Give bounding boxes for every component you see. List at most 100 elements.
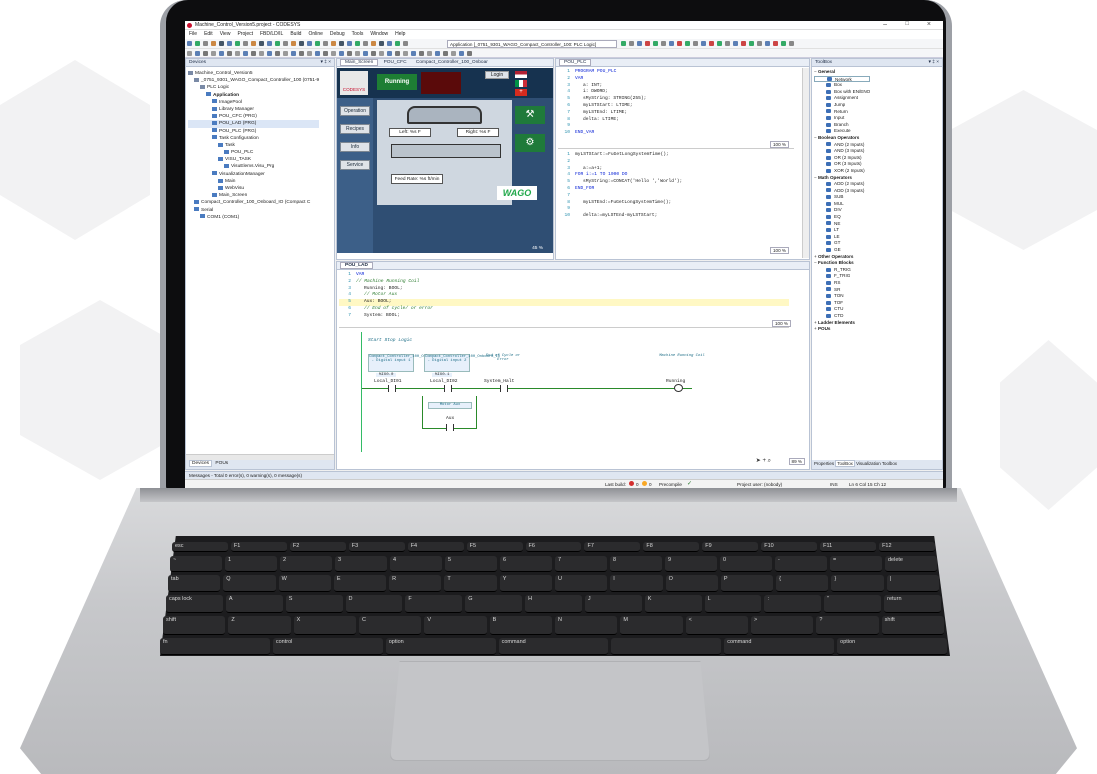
decl-zoom[interactable]: 100 % bbox=[769, 141, 789, 148]
close-icon[interactable]: × bbox=[927, 21, 931, 28]
toolbox-item-label[interactable]: Box bbox=[834, 82, 842, 87]
toolbox-item-label[interactable]: R_TRIG bbox=[834, 267, 851, 272]
error-count[interactable]: 0 bbox=[636, 482, 639, 487]
key-shift[interactable]: shift bbox=[163, 616, 226, 635]
device-tree-item[interactable]: Main bbox=[188, 178, 319, 185]
toolbox-group-name[interactable]: POUs bbox=[818, 326, 831, 331]
key-z[interactable]: Z bbox=[228, 616, 291, 635]
lad-zoom[interactable]: 89 % bbox=[788, 458, 805, 465]
toolbox-item[interactable]: OR (3 Inputs) bbox=[814, 161, 870, 168]
toolbar-button-icon[interactable] bbox=[347, 41, 352, 46]
toolbar-button-icon[interactable] bbox=[307, 41, 312, 46]
toolbox-item[interactable]: TOF bbox=[814, 300, 870, 307]
code-line[interactable]: 5 sMyString: STRING(255); bbox=[558, 96, 794, 103]
key-c[interactable]: C bbox=[359, 616, 422, 635]
toolbar-button-icon[interactable] bbox=[323, 41, 328, 46]
key-7[interactable]: 7 bbox=[555, 556, 607, 572]
key-option[interactable]: option bbox=[385, 638, 496, 655]
code-line[interactable]: 8 delta: LTIME; bbox=[558, 117, 794, 124]
tab-pou-plc[interactable]: POU_PLC bbox=[559, 59, 592, 66]
toolbar-button-icon[interactable] bbox=[773, 41, 778, 46]
device-tree-item[interactable]: VisuElems.Visu_Prg bbox=[188, 163, 319, 170]
code-line[interactable]: 8 myLSTEnd:=FuGetLongSystemTime(); bbox=[558, 200, 794, 207]
tab-devices[interactable]: Devices bbox=[189, 460, 213, 467]
key-symbol[interactable]: - bbox=[775, 556, 827, 572]
tab-pous[interactable]: POUs bbox=[213, 461, 230, 466]
toolbox-item-label[interactable]: TOF bbox=[834, 300, 843, 305]
toolbar-button-icon[interactable] bbox=[467, 51, 472, 56]
key-esc[interactable]: esc bbox=[172, 542, 228, 552]
toolbar-button-icon[interactable] bbox=[355, 51, 360, 56]
toolbox-group-header[interactable]: − General bbox=[814, 69, 870, 76]
messages-summary[interactable]: Messages - Total 0 error(s), 0 warning(s… bbox=[189, 473, 302, 478]
key-m[interactable]: M bbox=[620, 616, 683, 635]
toolbar-button-icon[interactable] bbox=[355, 41, 360, 46]
toolbox-item[interactable]: Network bbox=[814, 75, 871, 83]
code-line[interactable]: 1 myLSTStart:=FuGetLongSystemTime(); bbox=[558, 152, 794, 159]
toolbox-item-label[interactable]: ADD (3 Inputs) bbox=[834, 188, 864, 193]
toolbar-button-icon[interactable] bbox=[725, 41, 730, 46]
code-text[interactable]: myLSTStart:=FuGetLongSystemTime(); bbox=[575, 152, 669, 157]
key-symbol[interactable]: = bbox=[830, 556, 882, 572]
key-symbol[interactable]: : bbox=[764, 595, 822, 613]
toolbox-item-label[interactable]: ADD (2 Inputs) bbox=[834, 181, 864, 186]
toolbox-item-label[interactable]: LE bbox=[834, 234, 840, 239]
toolbar-button-icon[interactable] bbox=[307, 51, 312, 56]
device-tree-item[interactable]: POU_CFC (PRG) bbox=[188, 113, 319, 120]
device-tree-item[interactable]: ImagePool bbox=[188, 99, 319, 106]
code-text[interactable]: Running: BOOL; bbox=[356, 286, 403, 291]
toolbox-item-label[interactable]: CTU bbox=[834, 306, 843, 311]
code-line[interactable]: 2 // Machine Running Coil bbox=[339, 279, 789, 286]
toolbar-button-icon[interactable] bbox=[331, 41, 336, 46]
tab-pou-lad[interactable]: POU_LAD bbox=[340, 262, 373, 269]
toolbox-item[interactable]: LT bbox=[814, 227, 870, 234]
code-text[interactable]: System: BOOL; bbox=[356, 313, 400, 318]
device-tree-item[interactable]: VisualizationManager bbox=[188, 171, 319, 178]
toolbox-group-header[interactable]: + Other Operators bbox=[814, 254, 870, 261]
coil-symbol[interactable] bbox=[674, 384, 683, 392]
toolbox-item-label[interactable]: Assignment bbox=[834, 95, 858, 100]
device-tree-item[interactable]: Application bbox=[188, 92, 319, 99]
key-symbol[interactable]: | bbox=[886, 575, 939, 592]
toolbox-item-label[interactable]: AND (3 Inputs) bbox=[834, 148, 864, 153]
key-p[interactable]: P bbox=[720, 575, 774, 592]
toolbox-item-label[interactable]: SUB bbox=[834, 194, 843, 199]
toolbar-button-icon[interactable] bbox=[693, 41, 698, 46]
menu-item-build[interactable]: Build bbox=[290, 31, 301, 37]
code-text[interactable] bbox=[575, 206, 583, 211]
hmi-info-button[interactable]: Info bbox=[340, 142, 370, 152]
pou-plc-declaration[interactable]: 1 PROGRAM POU_PLC 2 VAR 3 a: INT; 4 i: DWORD; 5 s… bbox=[558, 69, 794, 149]
device-tree-label[interactable]: Machine_Control_Version5 bbox=[195, 71, 253, 76]
code-text[interactable] bbox=[575, 123, 583, 128]
key-f11[interactable]: F11 bbox=[820, 542, 877, 552]
key-t[interactable]: T bbox=[444, 575, 497, 592]
toolbox-item[interactable]: Return bbox=[814, 109, 870, 116]
toolbar-button-icon[interactable] bbox=[219, 51, 224, 56]
toolbox-item-label[interactable]: MUL bbox=[834, 201, 844, 206]
restore-icon[interactable]: □ bbox=[905, 21, 909, 27]
key-space[interactable] bbox=[611, 638, 722, 655]
toolbox-item[interactable]: GE bbox=[814, 247, 870, 254]
toolbox-item[interactable]: Branch bbox=[814, 122, 870, 129]
toolbar-button-icon[interactable] bbox=[267, 51, 272, 56]
key-1[interactable]: 1 bbox=[225, 556, 277, 572]
key-f10[interactable]: F10 bbox=[761, 542, 818, 552]
toolbox-item[interactable]: LE bbox=[814, 234, 870, 241]
toolbar-button-icon[interactable] bbox=[195, 41, 200, 46]
toolbar-button-icon[interactable] bbox=[451, 51, 456, 56]
warning-count[interactable]: 0 bbox=[649, 482, 652, 487]
code-line[interactable]: 4// Motor Aux bbox=[339, 292, 789, 299]
code-text[interactable]: // Motor Aux bbox=[356, 292, 397, 297]
hmi-service-button[interactable]: Service bbox=[340, 160, 370, 170]
device-tree-item[interactable]: Machine_Control_Version5 bbox=[188, 70, 319, 77]
application-combo[interactable]: Application [_0751_9301_WAGO_Compact_Con… bbox=[447, 40, 617, 48]
key-j[interactable]: J bbox=[584, 595, 642, 613]
toolbar-button-icon[interactable] bbox=[629, 41, 634, 46]
code-text[interactable]: Aux: BOOL; bbox=[356, 299, 392, 304]
toolbox-item[interactable]: SR bbox=[814, 287, 870, 294]
toolbox-item[interactable]: EQ bbox=[814, 214, 870, 221]
toolbar-button-icon[interactable] bbox=[283, 41, 288, 46]
toolbar-button-icon[interactable] bbox=[203, 51, 208, 56]
toolbar-button-icon[interactable] bbox=[363, 51, 368, 56]
toolbar-button-icon[interactable] bbox=[323, 51, 328, 56]
